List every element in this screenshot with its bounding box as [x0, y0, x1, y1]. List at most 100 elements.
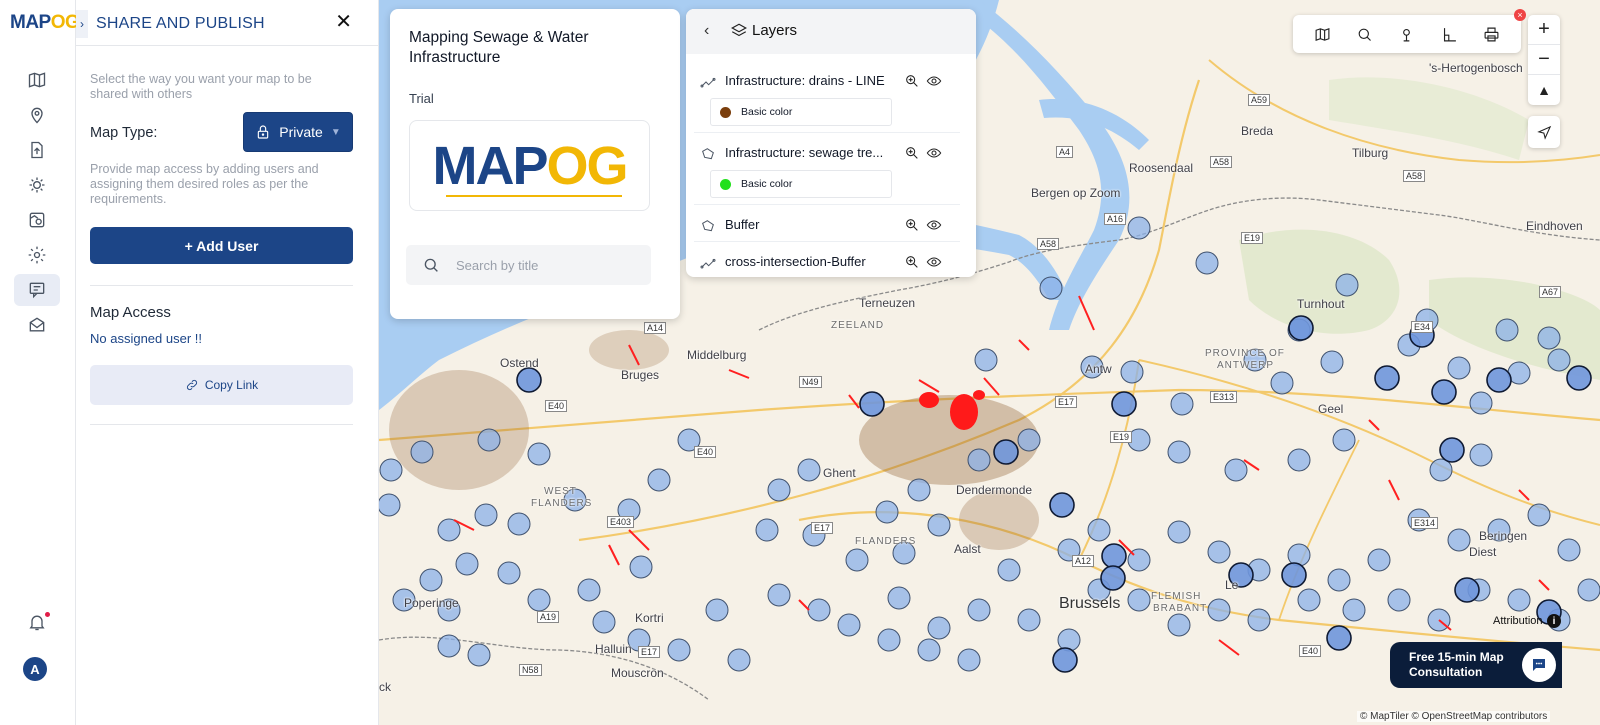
search-input[interactable]	[456, 245, 641, 285]
road-shield: E313	[1210, 391, 1238, 403]
map-access-title: Map Access	[90, 304, 171, 321]
road-shield: A14	[644, 322, 667, 334]
layers-panel: ‹ Layers Infrastructure: drains - LINE B…	[686, 9, 976, 277]
road-shield: E17	[638, 646, 661, 658]
road-shield: E34	[1411, 321, 1434, 333]
info-icon[interactable]: i	[1547, 614, 1561, 628]
place-label: FLEMISH	[1151, 591, 1202, 602]
road-shield: E403	[607, 516, 635, 528]
zoom-to-layer-icon[interactable]	[904, 145, 920, 161]
map-icon[interactable]	[1314, 26, 1331, 43]
layer-style[interactable]: Basic color	[710, 98, 892, 126]
road-shield: A58	[1210, 156, 1233, 168]
place-label: Poperinge	[404, 596, 459, 610]
consultation-banner[interactable]: Free 15-min Map Consultation	[1390, 642, 1562, 688]
place-label: Halluin	[595, 642, 632, 656]
location-pin-icon[interactable]	[14, 99, 60, 131]
zoom-in-button[interactable]: +	[1528, 15, 1560, 45]
layers-icon	[731, 23, 747, 37]
pin-icon[interactable]	[1398, 26, 1415, 43]
lock-icon	[258, 125, 269, 139]
panel-header: › SHARE AND PUBLISH ✕	[76, 0, 378, 46]
bell-icon[interactable]	[14, 606, 60, 638]
eye-icon[interactable]	[926, 217, 942, 233]
road-shield: N49	[799, 376, 822, 388]
layers-header: ‹ Layers	[686, 9, 976, 54]
color-swatch	[720, 179, 731, 190]
notification-dot	[45, 612, 50, 617]
eye-icon[interactable]	[926, 73, 942, 89]
map-icon[interactable]	[14, 64, 60, 96]
locate-button[interactable]	[1528, 116, 1560, 148]
road-shield: E40	[545, 400, 568, 412]
eye-icon[interactable]	[926, 254, 942, 270]
mapog-logo[interactable]: MAPOG	[10, 12, 80, 34]
place-label: Turnhout	[1297, 297, 1345, 311]
place-label: Ghent	[823, 466, 856, 480]
search-icon[interactable]	[1356, 26, 1373, 43]
project-title: Mapping Sewage & Water Infrastructure	[409, 29, 589, 66]
print-icon[interactable]	[1483, 26, 1500, 43]
chevron-left-icon[interactable]: ‹	[704, 22, 709, 40]
copy-link-button[interactable]: Copy Link	[90, 365, 353, 405]
road-shield: A4	[1056, 146, 1074, 158]
layer-row[interactable]: Buffer	[694, 205, 960, 242]
road-shield: E40	[1299, 645, 1322, 657]
compass-icon[interactable]: ▲	[1528, 75, 1560, 105]
place-label: Le	[1225, 578, 1239, 592]
place-label: FLANDERS	[531, 498, 593, 509]
eye-icon[interactable]	[926, 145, 942, 161]
road-shield: E40	[694, 446, 717, 458]
upload-icon[interactable]	[14, 134, 60, 166]
project-subtitle: Trial	[409, 91, 434, 106]
left-rail: MAPOG A	[0, 0, 80, 725]
close-icon[interactable]: ✕	[335, 12, 352, 32]
avatar[interactable]: A	[23, 657, 47, 681]
color-label: Basic color	[741, 178, 793, 190]
layer-name: cross-intersection-Buffer	[725, 254, 866, 269]
zoom-to-layer-icon[interactable]	[904, 217, 920, 233]
project-search[interactable]	[406, 245, 651, 285]
layer-style[interactable]: Basic color	[710, 170, 892, 198]
attribution-label: Attribution	[1493, 615, 1543, 627]
place-label: WEST	[544, 486, 577, 497]
map-type-value: Private	[279, 124, 323, 140]
chat-icon[interactable]	[1522, 648, 1556, 682]
map-settings-icon[interactable]	[14, 204, 60, 236]
zoom-to-layer-icon[interactable]	[904, 254, 920, 270]
project-card: Mapping Sewage & Water Infrastructure Tr…	[390, 9, 680, 319]
road-shield: N58	[519, 664, 542, 676]
road-shield: E314	[1411, 517, 1439, 529]
layer-row[interactable]: Infrastructure: drains - LINE Basic colo…	[694, 61, 960, 133]
close-icon[interactable]: ×	[1514, 9, 1526, 21]
map-mail-icon[interactable]	[14, 309, 60, 341]
place-label: Middelburg	[687, 348, 747, 362]
place-label: ck	[379, 680, 391, 694]
gear-icon[interactable]	[14, 239, 60, 271]
link-icon	[186, 379, 197, 391]
line-layer-icon	[700, 77, 716, 88]
share-icon[interactable]	[14, 274, 60, 306]
zoom-out-button[interactable]: −	[1528, 45, 1560, 75]
place-label: PROVINCE OF	[1205, 348, 1285, 359]
layer-row[interactable]: Infrastructure: sewage tre... Basic colo…	[694, 133, 960, 205]
place-label: Bergen op Zoom	[1031, 186, 1121, 200]
sun-gear-icon[interactable]	[14, 169, 60, 201]
place-label: 's-Hertogenbosch	[1429, 61, 1523, 75]
map-toolbar	[1293, 15, 1521, 53]
add-user-button[interactable]: + Add User	[90, 227, 353, 264]
layer-name: Buffer	[725, 217, 760, 232]
map-type-dropdown[interactable]: Private ▼	[243, 112, 353, 152]
place-label: Bruges	[621, 368, 660, 382]
road-shield: A59	[1248, 94, 1271, 106]
color-swatch	[720, 107, 731, 118]
panel-title: SHARE AND PUBLISH	[96, 15, 265, 32]
chevron-right-icon[interactable]: ›	[76, 10, 88, 38]
place-label: Mouscron	[611, 666, 664, 680]
zoom-to-layer-icon[interactable]	[904, 73, 920, 89]
road-shield: A19	[537, 611, 560, 623]
line-layer-icon	[700, 258, 716, 269]
measure-icon[interactable]	[1441, 26, 1458, 43]
layer-row[interactable]: cross-intersection-Buffer	[694, 242, 960, 277]
road-shield: A58	[1403, 170, 1426, 182]
